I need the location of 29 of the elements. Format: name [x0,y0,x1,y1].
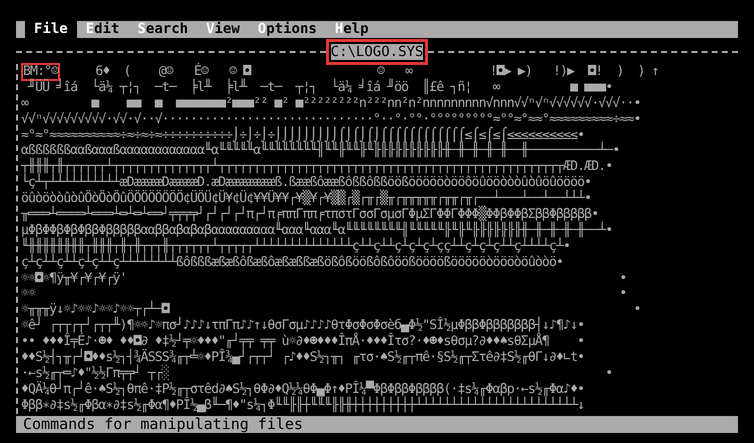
cursor-block [16,21,25,38]
text-line: ·←s½╓┬═♪♦"½½Γπ╤╤┘ ┬┌░ • [21,366,614,381]
text-line: •• ♦♦♦Î╤É♪·☻♦ ♦♦◘∂ ♦‡½┘╤☼♦♦♦"╓┘╤╤ ╤╤ ù☼∂♦☻♦♦♦ÎπÅ·♦♦♦Îτσ?·♦☻♦sθσμ?∂♦♦♠sθΣμÅ¶ • [21,334,586,350]
text-line: ╥═══┴════┴═══┴═┴═┴══┘╤╤╤╤┘┌┘┌┘┌┘π┌┘π╒ππΓππ╒τπστΓσσΓσμσΓΦμΣΓΦΦΓΦΦΦ▒ΦΦβΦΦβΣββΦβββββ• [21,207,598,222]
text-line: ∞ ■ ■■ ■ ■■■■■■■²■■■²² ■² ■²²²²²²²²n²²²nn²n²nnnnnnnnn√nnn√√ⁿ√ⁿ√√√√√√·√√√··• [21,96,642,112]
text-line: ☼☼ • [21,286,628,302]
menu-item[interactable]: View [197,21,249,38]
text-line: ♦QÄ¼θ┘π┌┘ê·♠S½┐θπê·‡P½╓┬στêd∂♠S½┐θΦ∂♦Q½¼θΦ▄Φ↑♦PÎ¼▀ΦβΦββΦββββ(·‡s¼╓Φαβp·←s½╓Φα♪♦• [21,382,586,397]
text-line: √√ⁿ√√√√√√√√√·√√·√··√······························°··°·°°·°°°°°°°°°≈°°≈°≈≈°≈≈≈≈≈≈≈≈≈÷≈≈• [21,112,642,127]
text-line: ☼╥╥╥ÿ↓☼♪☼☼♪☼☼♪☼☼┬┌┴─◘ • [21,302,642,318]
text-line: ☼ê┘ ┌┬┬┌┬┘┌┬┬╨)¶☼☼♪☼πσ┘♪♪♪↓τπΓπ♪♪↑↓θσΓσμ♪♪♪♪θτΦσΦσΦσèб▄Φ½"SÎ½μΦββΦβββββββ┤↓♪¶♪↓• [21,318,586,334]
text-line: ≈°≈°≈≈≈≈≈≈≈≈≈≈÷≈÷≈÷≈÷÷÷÷÷÷÷÷÷÷⌡÷⌡÷⌡÷⌡⌡⌡⌡⌡⌡⌡⌡⌡⌠⌡⌠⌡⌠⌡⌠⌠⌠⌠⌠⌠⌠⌠⌠⌠⌠⌠≤⌠≤⌠≤⌠≤≤≤≤≤≤≤≤≤≤• [21,128,584,143]
text-line: αßßßßßßααßαααßαααααααααααα╙α╙╙╙╙╙α╙╙╙╙╙╙╙╙╢╙╙╟╙╙╟╙╟╟╟╟╟╟╟╟╟╟╫─╫─╫─╫─╫──╫──────────┴─• [21,143,620,158]
text-line: ♦♦S½┤┐╥┌┘◘♦♦s½┐┤¾ÄSSS¾╓┬╧☼♦PÎ¾▄┘┌┬┬┘ ┌♪♦♦S½┐╥┐ ╓τσ·♠S½╓┬πê·§S½╓┬Στê∂‡S½╓θΓ↓∂♦∟t• [21,350,586,366]
text-line: ☼☼◘☼¶ÿ╥¥┌¥┌¥┌ÿ' • [21,270,628,286]
status-bar: Commands for manipulating files [16,416,738,433]
menu-item[interactable]: Help [326,21,738,38]
menu-item[interactable]: Options [248,21,326,38]
text-line: └ç┴┬┴┴┴┴┴┴┴┴┴┴æDææææDææææD.æDæææææææß.ßææßôææßôßßôßßöößöööööòööôöûööòòòûòûöûöööö• [21,175,592,190]
text-line: öûòöòòûòûÖòÖòÖûÖÖÖÖÖÖÖÖ¢ÜÖÜ¢Ü¥¢Ü¢¥¥Ü¥¥┌¥▒¥┌¥▒▒┌▒┌╥┌▒╥┌╥╥╥╥╥┌╥╥┌╥┌──┴───┴──┴──┴┴┴• [21,191,592,206]
text-line: ┬╫╫╫┬╫┬┬┬┬┬┬┴┬┬┬┬┬┬┬┬┬┬┬┬┬┬┴┬┬┬┬┬┬┬┬┬┬┬┬┬┬┬┬┬┬┬┬┬┬┬┬┬┬┬┬┬┬┬┬┬┬┬┬┬┬┬┬┬┬┬┬┬┬┬┬┬ÆD.ÆD.• [21,159,614,174]
menu-item[interactable]: Search [128,21,198,38]
text-line: Φββ∗∂‡s½╓Φβα∗∂‡s½╓Φα¶♦PÎ½▄β╙─¶♦"s¼┐Φ╙╙╟╟┼╙╙╙╟╟╫┼┼┼┼┼┼┼┼┼┴┴┴┴┴┴┴┴┴┴┴┴┴┴┴┴┴┴┴┴┴┴┴↓ [21,398,586,414]
window-title: C:\LOGO.SYS [326,39,428,65]
text-line: μΦβΦΦβΦβΦββΦβββββααββαβαβαβααααααααα╙ααα╙ααα╙α╙╙╙╙╙╙╙╙╢╙╙╙╙╙╟╙╟╙╟╟╟╟╟╟╟╫─╫─╫─╫─╫──┴• [21,222,614,238]
text-line: ç┴ç┴┴ç┴┴ç┴ç┴┴ç┴┴┴┴┴┴┴┴ßôßßßæßæßôßæßôæßæßßæßößôßöößôßôöößöööößöööööòöööòöûòòö• [21,254,564,271]
menu-item[interactable]: Edit [76,21,128,38]
text-line: ╜ÜÜ ╛îá └ä¼ ┬¦┐ ─t─ ╞l╨ ╞l╨ ─t─ ┬¦┐ └ä¼ ╛îá ╜öö ║£ê ┐ñ¦ ∞ ■ ■■■• [26,80,614,96]
text-line: ╙╫╫╫╫╫╫╫╫┬╫╫╫┬╫┬╫┬┬┬╫┬┬┬┬┬┬┴┬┬┬┬┬┴┴┴┴┴┴┴┴┴┴┴┴┴┴ç┴┴ç┴┴ç┴ç┴ç┴çç┴┴ç┴ç┴ç┴┴ç┴┴┴┴ç┴• [21,238,572,254]
